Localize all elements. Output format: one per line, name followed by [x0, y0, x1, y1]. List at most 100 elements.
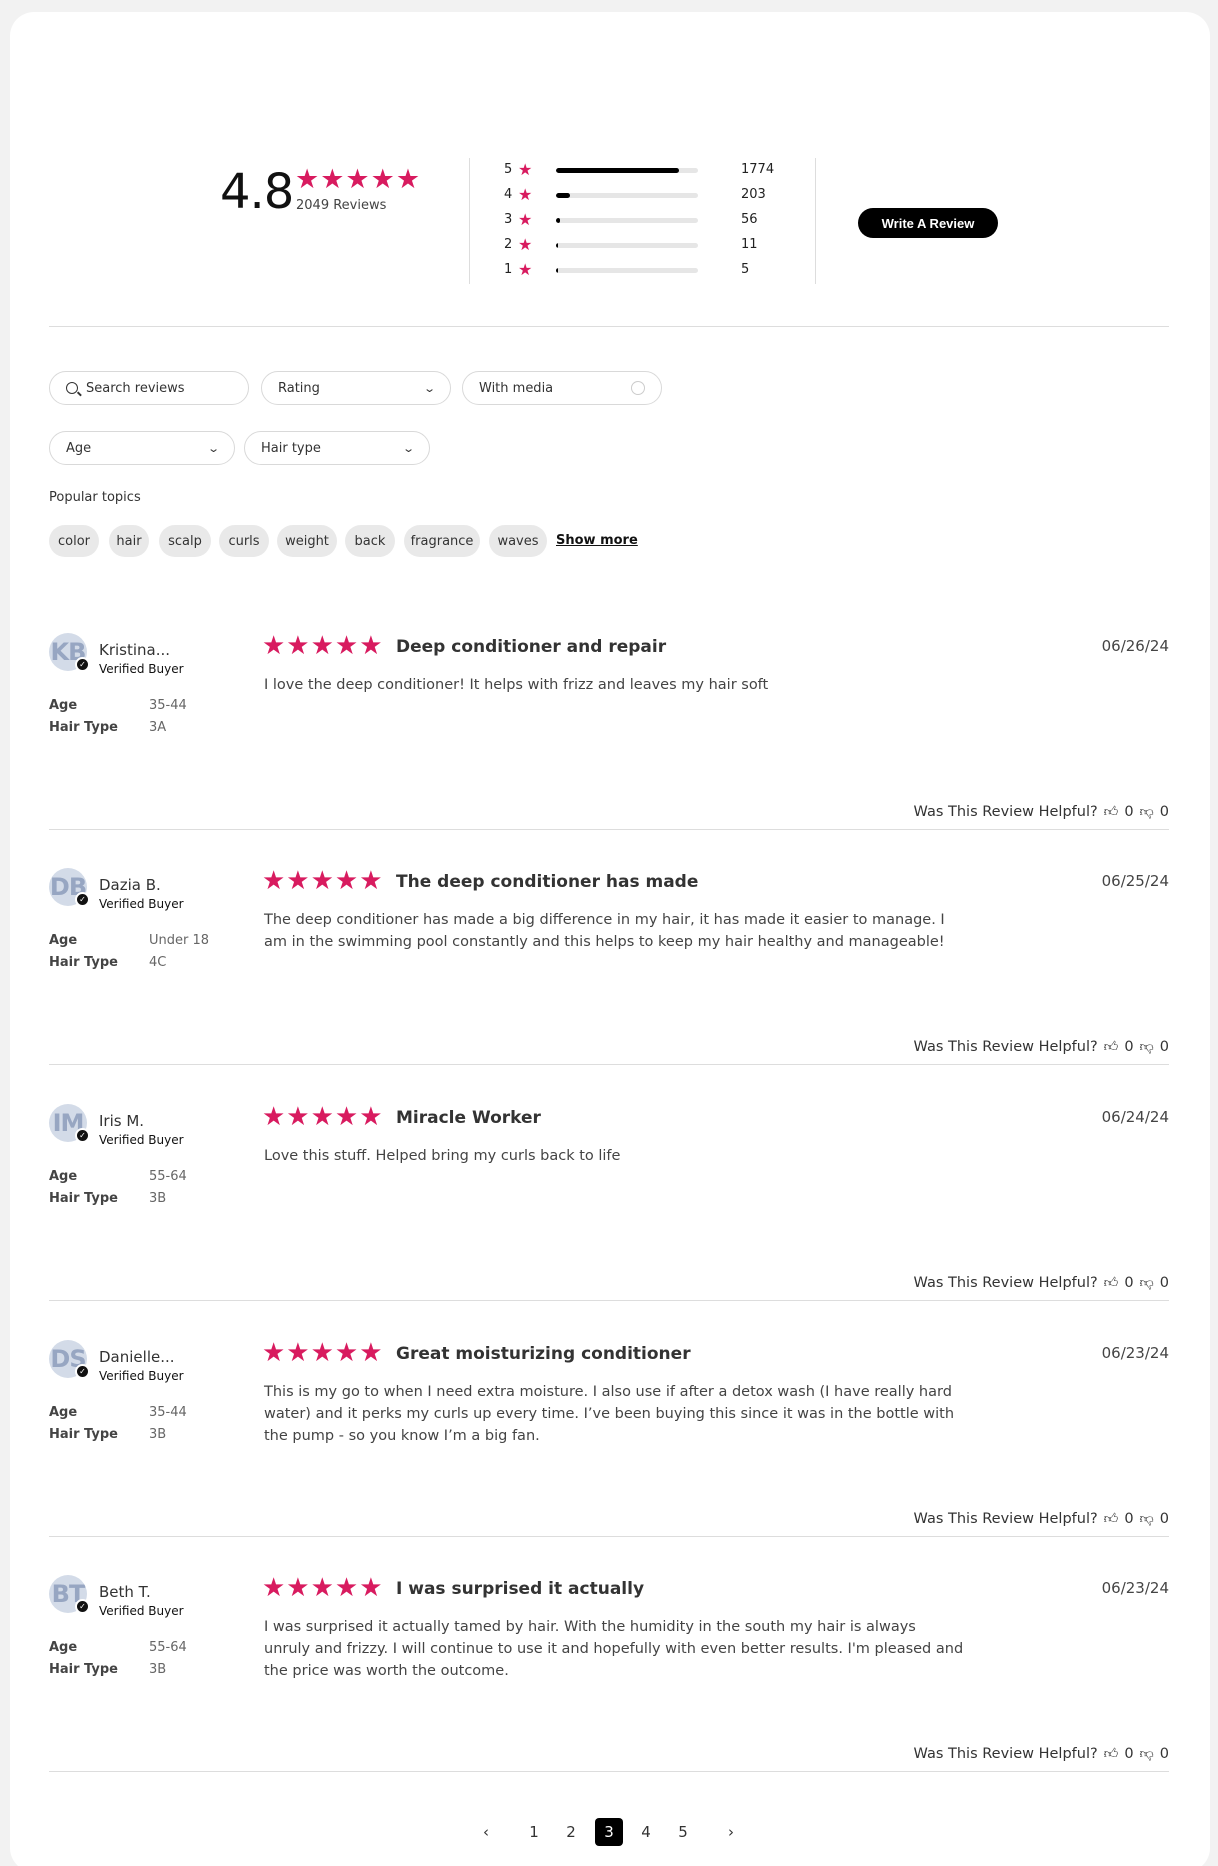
histogram-bar: [556, 218, 698, 223]
hair-type-label: Hair Type: [49, 720, 118, 735]
age-filter-label: Age: [66, 440, 92, 456]
thumbs-up-icon[interactable]: 👍︎: [1104, 1510, 1119, 1527]
review-stars: ★★★★★: [262, 1338, 384, 1368]
histogram-label: 1: [504, 262, 513, 277]
verified-check-icon: ✓: [75, 1599, 90, 1614]
hair-type-label: Hair Type: [49, 1191, 118, 1206]
age-label: Age: [49, 1405, 78, 1420]
verified-buyer-label: Verified Buyer: [99, 1133, 184, 1147]
thumbs-down-icon[interactable]: 👎︎: [1140, 1745, 1154, 1762]
thumbs-up-icon[interactable]: 👍︎: [1104, 803, 1119, 820]
histogram-row-4[interactable]: 4 ★ 203: [504, 185, 784, 205]
helpful-label: Was This Review Helpful?: [913, 1274, 1098, 1291]
topic-chip[interactable]: waves: [489, 525, 547, 557]
hair-type-label: Hair Type: [49, 1427, 118, 1442]
topic-chip[interactable]: curls: [219, 525, 269, 557]
topic-chip[interactable]: fragrance: [404, 525, 480, 557]
helpful-votes: Was This Review Helpful? 👍︎ 0 👎︎ 0: [913, 1510, 1169, 1528]
upvote-count: 0: [1124, 1510, 1134, 1527]
histogram-label: 3: [504, 212, 513, 227]
verified-buyer-label: Verified Buyer: [99, 897, 184, 911]
thumbs-up-icon[interactable]: 👍︎: [1104, 1745, 1119, 1762]
divider: [49, 829, 1169, 830]
review-body: The deep conditioner has made a big diff…: [264, 912, 945, 950]
age-value: Under 18: [149, 933, 210, 948]
review-date: 06/26/24: [1101, 637, 1169, 655]
with-media-toggle[interactable]: With media: [462, 371, 662, 405]
histogram-row-3[interactable]: 3 ★ 56: [504, 210, 784, 230]
age-filter-dropdown[interactable]: Age ⌄: [49, 431, 235, 465]
thumbs-up-icon[interactable]: 👍︎: [1104, 1274, 1119, 1291]
review-body: I love the deep conditioner! It helps wi…: [264, 677, 769, 693]
histogram-count: 1774: [741, 162, 775, 177]
search-placeholder: Search reviews: [86, 380, 185, 396]
review-date: 06/23/24: [1101, 1579, 1169, 1597]
histogram-count: 203: [741, 187, 766, 202]
divider: [49, 326, 1169, 327]
chevron-down-icon: ⌄: [206, 441, 220, 455]
histogram-row-2[interactable]: 2 ★ 11: [504, 235, 784, 255]
rating-filter-dropdown[interactable]: Rating ⌄: [261, 371, 451, 405]
histogram-bar: [556, 193, 698, 198]
histogram-count: 5: [741, 262, 750, 277]
histogram-fill: [556, 218, 560, 223]
page-button-5[interactable]: 5: [669, 1818, 697, 1846]
show-more-topics-link[interactable]: Show more: [556, 533, 638, 548]
histogram-row-1[interactable]: 1 ★ 5: [504, 260, 784, 280]
histogram-bar: [556, 243, 698, 248]
thumbs-down-icon[interactable]: 👎︎: [1140, 1274, 1154, 1291]
histogram-bar: [556, 268, 698, 273]
review-count: 2049 Reviews: [296, 198, 387, 213]
review-item: KB ✓ Kristina... Verified Buyer Age 35-4…: [49, 619, 1169, 854]
topic-chip[interactable]: scalp: [159, 525, 211, 557]
next-page-icon[interactable]: ›: [717, 1818, 745, 1846]
upvote-count: 0: [1124, 803, 1134, 820]
downvote-count: 0: [1159, 1745, 1169, 1762]
reviewer-name: Iris M.: [99, 1112, 145, 1130]
verified-check-icon: ✓: [75, 1364, 90, 1379]
age-label: Age: [49, 933, 78, 948]
histogram-count: 56: [741, 212, 758, 227]
search-input[interactable]: Search reviews: [49, 371, 249, 405]
hair-type-filter-label: Hair type: [261, 440, 321, 456]
hair-type-label: Hair Type: [49, 1662, 118, 1677]
rating-filter-label: Rating: [278, 380, 320, 396]
thumbs-down-icon[interactable]: 👎︎: [1140, 803, 1154, 820]
page-button-3[interactable]: 3: [595, 1818, 623, 1846]
hair-type-value: 3B: [149, 1427, 167, 1442]
thumbs-down-icon[interactable]: 👎︎: [1140, 1038, 1154, 1055]
write-review-button[interactable]: Write A Review: [858, 208, 998, 238]
previous-page-icon[interactable]: ‹: [472, 1818, 500, 1846]
radio-icon: [631, 381, 645, 395]
thumbs-down-icon[interactable]: 👎︎: [1140, 1510, 1154, 1527]
verified-buyer-label: Verified Buyer: [99, 1604, 184, 1618]
histogram-label: 2: [504, 237, 513, 252]
downvote-count: 0: [1159, 1510, 1169, 1527]
divider: [49, 1300, 1169, 1301]
divider: [469, 158, 470, 284]
topic-chip[interactable]: weight: [277, 525, 337, 557]
age-value: 55-64: [149, 1640, 187, 1655]
page-button-4[interactable]: 4: [632, 1818, 660, 1846]
histogram-row-5[interactable]: 5 ★ 1774: [504, 160, 784, 180]
review-date: 06/23/24: [1101, 1344, 1169, 1362]
histogram-label: 5: [504, 162, 513, 177]
helpful-votes: Was This Review Helpful? 👍︎ 0 👎︎ 0: [914, 1745, 1169, 1763]
topic-chip[interactable]: back: [345, 525, 395, 557]
hair-type-filter-dropdown[interactable]: Hair type ⌄: [244, 431, 430, 465]
thumbs-up-icon[interactable]: 👍︎: [1104, 1038, 1119, 1055]
reviewer-name: Beth T.: [99, 1583, 151, 1601]
reviewer-name: Danielle...: [99, 1348, 175, 1366]
hair-type-value: 3A: [149, 720, 167, 735]
age-label: Age: [49, 698, 78, 713]
star-icon: ★: [518, 260, 533, 279]
reviewer-name: Dazia B.: [99, 876, 161, 894]
review-title: The deep conditioner has made: [396, 872, 699, 892]
hair-type-value: 4C: [149, 955, 167, 970]
topic-chip[interactable]: color: [49, 525, 99, 557]
page-button-2[interactable]: 2: [557, 1818, 585, 1846]
helpful-label: Was This Review Helpful?: [913, 1510, 1098, 1527]
topic-chip[interactable]: hair: [109, 525, 149, 557]
page-button-1[interactable]: 1: [520, 1818, 548, 1846]
review-body: Love this stuff. Helped bring my curls b…: [264, 1148, 621, 1164]
